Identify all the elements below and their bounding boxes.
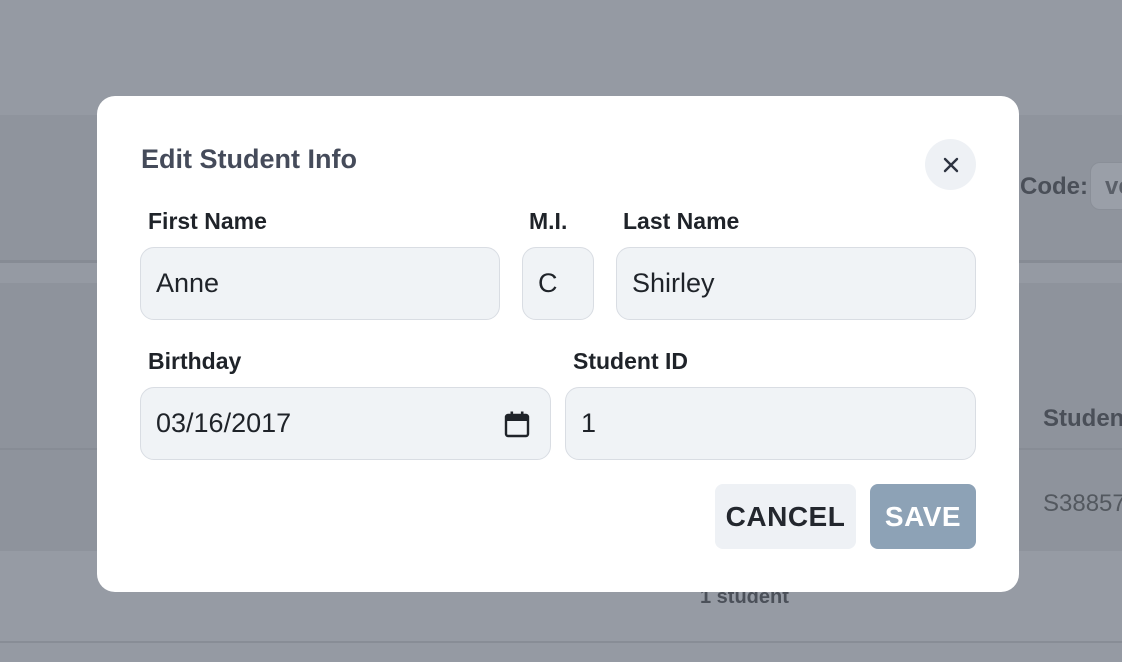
close-button[interactable]: [925, 139, 976, 190]
middle-initial-label: M.I.: [529, 208, 568, 234]
birthday-label: Birthday: [148, 348, 242, 374]
last-name-input[interactable]: Shirley: [616, 247, 976, 320]
bg-bottom-area: [0, 643, 1122, 662]
bg-table-column-header: Student: [1043, 405, 1122, 432]
middle-initial-input[interactable]: C: [522, 247, 594, 320]
student-id-label: Student ID: [573, 348, 688, 374]
student-id-input[interactable]: 1: [565, 387, 976, 460]
calendar-icon[interactable]: [504, 410, 530, 438]
last-name-label: Last Name: [623, 208, 740, 234]
bg-code-label: Code:: [1020, 173, 1088, 200]
edit-student-dialog: Edit Student Info First Name Anne M.I. C…: [97, 96, 1019, 592]
cancel-button[interactable]: CANCEL: [715, 484, 856, 549]
birthday-date-input[interactable]: 03/16/2017: [140, 387, 551, 460]
first-name-label: First Name: [148, 208, 267, 234]
close-icon: [943, 157, 958, 172]
birthday-value: 03/16/2017: [156, 408, 292, 438]
bg-code-input: ve: [1090, 162, 1122, 210]
first-name-input[interactable]: Anne: [140, 247, 500, 320]
save-button[interactable]: SAVE: [870, 484, 976, 549]
bg-table-cell: S38857: [1043, 490, 1122, 517]
dialog-title: Edit Student Info: [141, 144, 357, 174]
